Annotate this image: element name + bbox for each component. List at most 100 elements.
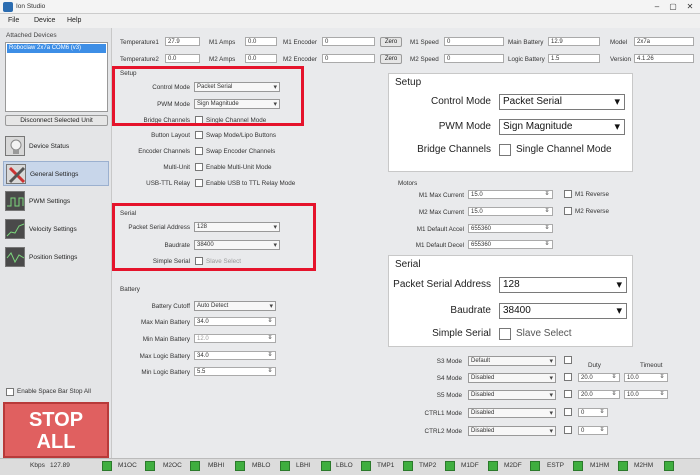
zoom-slave-select-checkbox[interactable] bbox=[499, 328, 511, 340]
zoom-address-select[interactable]: 128 bbox=[499, 277, 627, 293]
velocity-graph-icon bbox=[5, 219, 25, 239]
m1enc-label: M1 Encoder bbox=[283, 39, 317, 46]
m2-max-current-input[interactable]: 15.0 bbox=[468, 207, 553, 216]
max-main-input[interactable]: 34.0 bbox=[194, 317, 276, 326]
nav-pwm-settings[interactable]: PWM Settings bbox=[3, 189, 109, 214]
s3-mode-label: S3 Mode bbox=[436, 358, 462, 365]
battery-cutoff-select[interactable]: Auto Detect bbox=[194, 301, 276, 311]
m1-reverse-checkbox[interactable] bbox=[564, 190, 572, 198]
led-m1oc-label: M1OC bbox=[118, 462, 137, 469]
menu-help[interactable]: Help bbox=[67, 17, 81, 24]
s5-mode-select[interactable]: Disabled bbox=[468, 390, 556, 400]
multi-unit-option: Enable Multi-Unit Mode bbox=[206, 164, 272, 171]
s5-duty-input[interactable]: 20.0 bbox=[578, 390, 620, 399]
logic-battery-value: 1.5 bbox=[548, 54, 600, 63]
kbps-value: 127.89 bbox=[50, 462, 70, 469]
disconnect-button[interactable]: Disconnect Selected Unit bbox=[5, 115, 108, 126]
ctrl1-checkbox[interactable] bbox=[564, 408, 572, 416]
m2-reverse-checkbox[interactable] bbox=[564, 207, 572, 215]
nav-label: PWM Settings bbox=[29, 198, 71, 205]
ctrl2-mode-select[interactable]: Disabled bbox=[468, 426, 556, 436]
model-label: Model bbox=[610, 39, 628, 46]
min-logic-input[interactable]: 5.5 bbox=[194, 367, 276, 376]
led-estp-label: ESTP bbox=[547, 462, 564, 469]
nav-velocity-settings[interactable]: Velocity Settings bbox=[3, 217, 109, 242]
s4-mode-select[interactable]: Disabled bbox=[468, 373, 556, 383]
m2enc-label: M2 Encoder bbox=[283, 56, 317, 63]
close-icon[interactable]: ✕ bbox=[683, 1, 697, 13]
ctrl2-value-input[interactable]: 0 bbox=[578, 426, 608, 435]
temp1-value: 27.9 bbox=[165, 37, 200, 46]
max-logic-label: Max Logic Battery bbox=[139, 353, 190, 360]
attached-devices-label: Attached Devices bbox=[6, 32, 57, 39]
zoom-setup-title: Setup bbox=[395, 77, 422, 88]
zoom-pwm-mode-label: PWM Mode bbox=[438, 121, 491, 132]
m1amps-value: 0.0 bbox=[245, 37, 277, 46]
min-main-label: Min Main Battery bbox=[142, 336, 190, 343]
encoder-channels-label: Encoder Channels bbox=[138, 148, 190, 155]
led-mbhi-icon bbox=[190, 461, 200, 471]
led-m1df-label: M1DF bbox=[461, 462, 479, 469]
m1-accel-input[interactable]: 655360 bbox=[468, 224, 553, 233]
led-m2hm-label: M2HM bbox=[634, 462, 654, 469]
maximize-icon[interactable]: ▢ bbox=[666, 1, 680, 13]
timeout-header: Timeout bbox=[640, 362, 663, 369]
version-value: 4.1.26 bbox=[634, 54, 694, 63]
zoom-bridge-checkbox[interactable] bbox=[499, 144, 511, 156]
stop-all-button[interactable]: STOP ALL bbox=[3, 402, 109, 458]
s4-duty-input[interactable]: 20.0 bbox=[578, 373, 620, 382]
m1-zero-button[interactable]: Zero bbox=[380, 37, 402, 47]
s3-mode-select[interactable]: Default bbox=[468, 356, 556, 366]
s5-mode-label: S5 Mode bbox=[436, 392, 462, 399]
m1-decel-input[interactable]: 655360 bbox=[468, 240, 553, 249]
usb-ttl-checkbox[interactable] bbox=[195, 179, 203, 187]
device-list[interactable]: Roboclaw 2x7a COM6 (v3) bbox=[5, 42, 108, 112]
zoom-pwm-mode-select[interactable]: Sign Magnitude bbox=[499, 119, 625, 135]
led-m2df-icon bbox=[488, 461, 498, 471]
nav-position-settings[interactable]: Position Settings bbox=[3, 245, 109, 270]
menu-file[interactable]: File bbox=[8, 17, 19, 24]
s5-timeout-input[interactable]: 10.0 bbox=[624, 390, 668, 399]
multi-unit-checkbox[interactable] bbox=[195, 163, 203, 171]
menu-device[interactable]: Device bbox=[34, 17, 55, 24]
zoom-bridge-label: Bridge Channels bbox=[417, 144, 491, 155]
nav-general-settings[interactable]: General Settings bbox=[3, 161, 109, 186]
minimize-icon[interactable]: – bbox=[650, 1, 664, 13]
button-layout-checkbox[interactable] bbox=[195, 131, 203, 139]
battery-group-title: Battery bbox=[120, 286, 140, 293]
m1-max-current-input[interactable]: 15.0 bbox=[468, 190, 553, 199]
led-m1hm-icon bbox=[573, 461, 583, 471]
encoder-channels-checkbox[interactable] bbox=[195, 147, 203, 155]
zoom-bridge-option: Single Channel Mode bbox=[516, 144, 612, 155]
led-lbhi-label: LBHI bbox=[296, 462, 311, 469]
s3-checkbox[interactable] bbox=[564, 356, 572, 364]
s4-mode-label: S4 Mode bbox=[436, 375, 462, 382]
m2amps-value: 0.0 bbox=[245, 54, 277, 63]
led-m2oc-label: M2OC bbox=[163, 462, 182, 469]
device-list-item[interactable]: Roboclaw 2x7a COM6 (v3) bbox=[7, 44, 106, 53]
min-main-input[interactable]: 12.0 bbox=[194, 334, 276, 343]
encoder-channels-option: Swap Encoder Channels bbox=[206, 148, 276, 155]
led-tmp1-icon bbox=[361, 461, 371, 471]
m1-decel-label: M1 Default Decel bbox=[415, 242, 464, 249]
ctrl1-mode-select[interactable]: Disabled bbox=[468, 408, 556, 418]
zoom-control-mode-select[interactable]: Packet Serial bbox=[499, 94, 625, 110]
s5-checkbox[interactable] bbox=[564, 390, 572, 398]
nav-device-status[interactable]: Device Status bbox=[3, 134, 109, 159]
ctrl1-mode-label: CTRL1 Mode bbox=[424, 410, 462, 417]
ctrl2-checkbox[interactable] bbox=[564, 426, 572, 434]
m2-zero-button[interactable]: Zero bbox=[380, 54, 402, 64]
led-lbhi-icon bbox=[280, 461, 290, 471]
ctrl1-value-input[interactable]: 0 bbox=[578, 408, 608, 417]
zoom-baudrate-select[interactable]: 38400 bbox=[499, 303, 627, 319]
logic-battery-label: Logic Battery bbox=[508, 56, 545, 63]
max-logic-input[interactable]: 34.0 bbox=[194, 351, 276, 360]
m1spd-label: M1 Speed bbox=[410, 39, 439, 46]
s4-timeout-input[interactable]: 10.0 bbox=[624, 373, 668, 382]
main-battery-value: 12.9 bbox=[548, 37, 600, 46]
setup-highlight bbox=[112, 66, 304, 126]
space-bar-stop-checkbox[interactable] bbox=[6, 388, 14, 396]
nav-label: Velocity Settings bbox=[29, 226, 77, 233]
s4-checkbox[interactable] bbox=[564, 373, 572, 381]
nav-label: General Settings bbox=[30, 171, 79, 178]
